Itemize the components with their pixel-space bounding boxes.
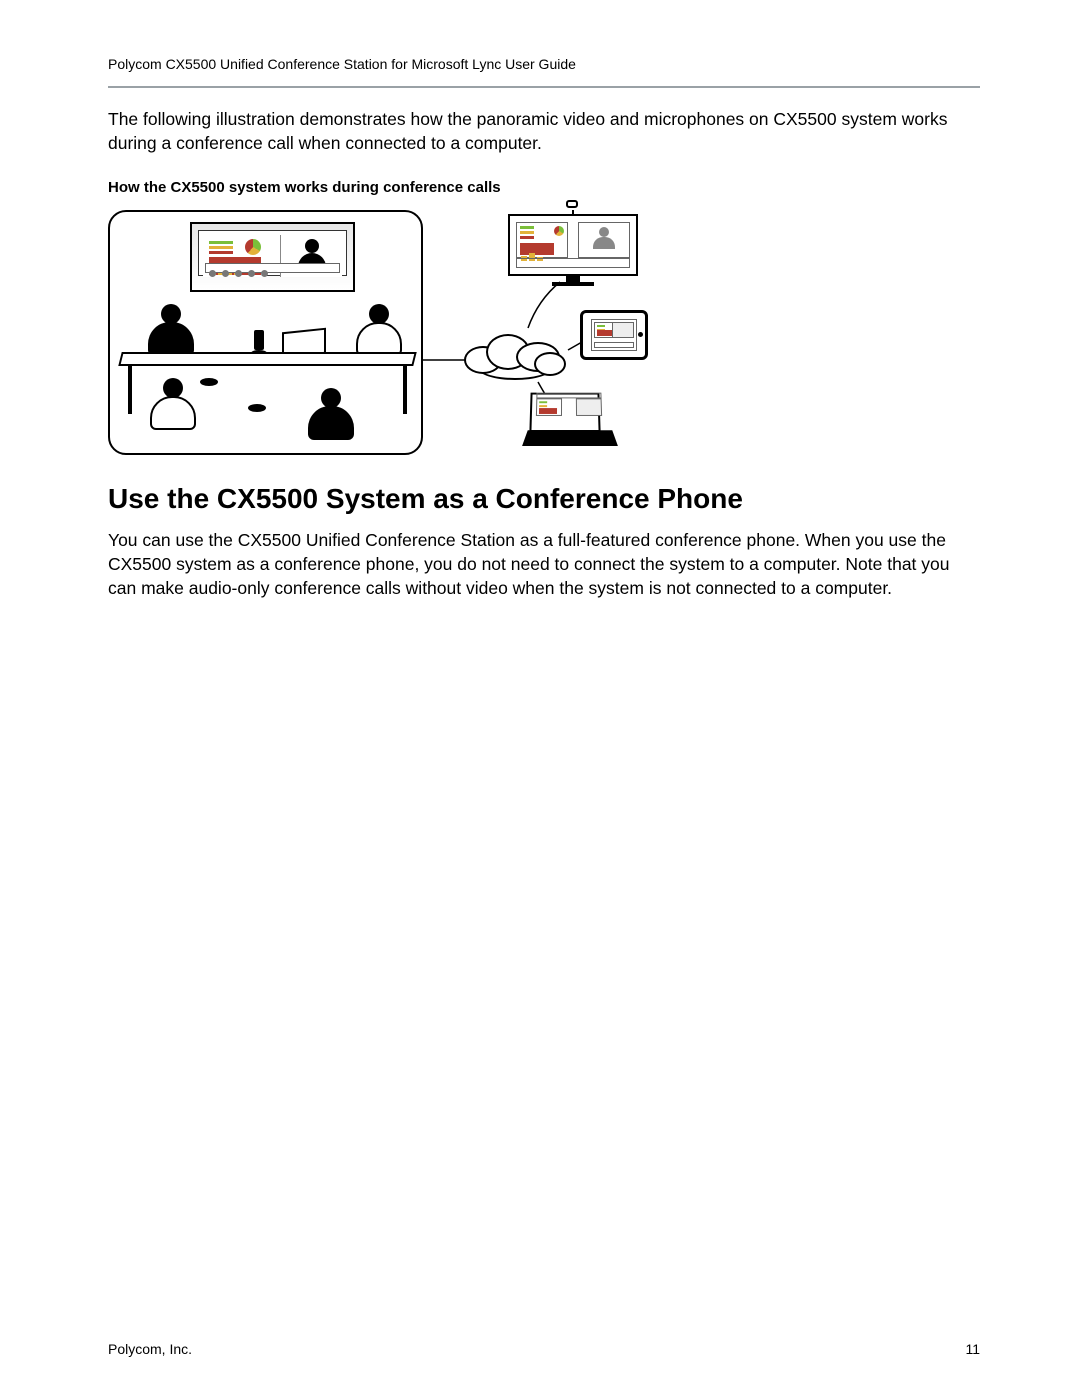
- participant-icon: [356, 304, 402, 356]
- footer-page-number: 11: [965, 1341, 980, 1357]
- header-rule: [108, 86, 980, 88]
- section-body: You can use the CX5500 Unified Conferenc…: [108, 529, 980, 600]
- participant-icon: [150, 378, 196, 430]
- network-cloud-icon: [464, 328, 574, 384]
- webcam-icon: [566, 200, 578, 208]
- remote-laptop-icon: [522, 392, 618, 452]
- page-footer: Polycom, Inc. 11: [108, 1341, 980, 1357]
- intro-paragraph: The following illustration demonstrates …: [108, 108, 980, 155]
- wall-display-icon: [190, 222, 355, 292]
- section-heading: Use the CX5500 System as a Conference Ph…: [108, 483, 980, 515]
- running-header: Polycom CX5500 Unified Conference Statio…: [108, 56, 980, 72]
- participant-icon: [308, 388, 354, 440]
- participant-icon: [148, 304, 194, 356]
- page: Polycom CX5500 Unified Conference Statio…: [0, 0, 1080, 1397]
- conference-room-illustration: [108, 210, 423, 455]
- remote-tablet-icon: [580, 310, 648, 360]
- figure-caption: How the CX5500 system works during confe…: [108, 179, 980, 196]
- figure-diagram: [108, 210, 648, 455]
- footer-company: Polycom, Inc.: [108, 1341, 192, 1357]
- remote-monitor-icon: [508, 210, 638, 284]
